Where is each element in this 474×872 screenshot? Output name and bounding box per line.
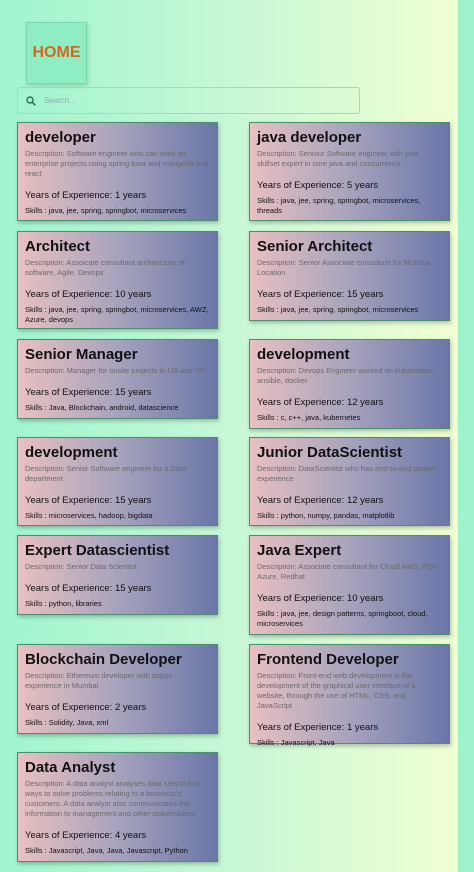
card-experience: Years of Experience: 4 years (25, 830, 147, 841)
card-skills: Skills : java, jee, design patterns, spr… (257, 609, 428, 628)
card-title: java developer (257, 129, 362, 146)
search-bar[interactable] (17, 87, 360, 114)
card-skills: Skills : java, jee, spring, springbot, m… (257, 305, 419, 314)
job-card[interactable]: development Description: Senior Software… (17, 437, 218, 526)
card-description: Description: Senior Data Scientist (25, 562, 137, 571)
job-card[interactable]: Junior DataScientist Description: DataSc… (249, 437, 450, 526)
card-title: Data Analyst (25, 759, 116, 776)
card-skills: Skills : Solidity, Java, xml (25, 718, 109, 727)
card-title: Senior Architect (257, 238, 373, 255)
job-card[interactable]: Senior Architect Description: Senior Ass… (249, 231, 450, 321)
card-title: developer (25, 129, 96, 146)
job-card[interactable]: Data Analyst Description: A data analyst… (17, 752, 218, 862)
card-experience: Years of Experience: 10 years (257, 593, 384, 604)
card-description: Description: Associate consultant for Cl… (257, 562, 439, 581)
card-skills: Skills : java, jee, spring, springbot, m… (25, 206, 187, 215)
card-title: development (257, 346, 350, 363)
search-input[interactable] (42, 95, 346, 106)
card-experience: Years of Experience: 12 years (257, 495, 384, 506)
card-skills: Skills : python, libraries (25, 599, 102, 608)
card-description: Description: Senior Associate consultant… (257, 258, 431, 277)
job-card[interactable]: developer Description: Software engineer… (17, 122, 218, 221)
job-card[interactable]: java developer Description: Seniour Soft… (249, 122, 450, 221)
card-experience: Years of Experience: 2 years (25, 702, 147, 713)
card-experience: Years of Experience: 15 years (25, 583, 152, 594)
card-title: development (25, 444, 118, 461)
job-card[interactable]: development Description: Devops Engineer… (249, 339, 450, 429)
card-experience: Years of Experience: 1 years (25, 190, 147, 201)
card-description: Description: Ethereum developer with dap… (25, 671, 173, 690)
card-description: Description: Devops Engineer worked on k… (257, 366, 435, 385)
card-title: Java Expert (257, 542, 342, 559)
job-card[interactable]: Senior Manager Description: Manager for … (17, 339, 218, 419)
card-experience: Years of Experience: 15 years (257, 289, 384, 300)
card-experience: Years of Experience: 12 years (257, 397, 384, 408)
card-title: Architect (25, 238, 91, 255)
card-skills: Skills : microservices, hadoop, bigdata (25, 511, 153, 520)
card-description: Description: Front-end web development i… (257, 671, 416, 710)
card-description: Description: Manager for onsite projects… (25, 366, 206, 375)
card-description: Description: Software engineer who can w… (25, 149, 209, 178)
card-description: Description: Assoicate consultant archit… (25, 258, 185, 277)
card-skills: Skills : Javascript, Java, Java, Javascr… (25, 846, 188, 855)
card-title: Blockchain Developer (25, 651, 182, 668)
search-icon (26, 95, 36, 106)
card-description: Description: Seniour Software engineer w… (257, 149, 419, 168)
card-description: Description: Senior Software engineer fo… (25, 464, 187, 483)
job-card[interactable]: Blockchain Developer Description: Ethere… (17, 644, 218, 734)
job-card[interactable]: Expert Datascientist Description: Senior… (17, 535, 218, 615)
card-skills: Skills : java, jee, spring, springbot, m… (257, 196, 421, 215)
card-title: Senior Manager (25, 346, 138, 363)
card-skills: Skills : Java, Blockchain, android, data… (25, 403, 179, 412)
job-card[interactable]: Architect Description: Assoicate consult… (17, 231, 218, 329)
card-title: Expert Datascientist (25, 542, 170, 559)
card-experience: Years of Experience: 5 years (257, 180, 379, 191)
card-experience: Years of Experience: 1 years (257, 722, 379, 733)
card-experience: Years of Experience: 15 years (25, 495, 152, 506)
card-skills: Skills : c, c++, java, kubernetes (257, 413, 361, 422)
home-button[interactable]: HOME (26, 22, 87, 84)
card-skills: Skills : Javascript, Java (257, 738, 335, 747)
card-skills: Skills : python, numpy, pandas, matplotl… (257, 511, 395, 520)
scrollbar[interactable] (458, 0, 474, 872)
card-experience: Years of Experience: 10 years (25, 289, 152, 300)
job-card[interactable]: Frontend Developer Description: Front-en… (249, 644, 450, 747)
card-experience: Years of Experience: 15 years (25, 387, 152, 398)
card-title: Frontend Developer (257, 651, 399, 668)
card-description: Description: DataScientist who has end-t… (257, 464, 436, 483)
job-card[interactable]: Java Expert Description: Associate consu… (249, 535, 450, 635)
card-skills: Skills : java, jee, spring, springbot, m… (25, 305, 209, 324)
card-title: Junior DataScientist (257, 444, 403, 461)
card-description: Description: A data analyst analyses dat… (25, 779, 201, 818)
